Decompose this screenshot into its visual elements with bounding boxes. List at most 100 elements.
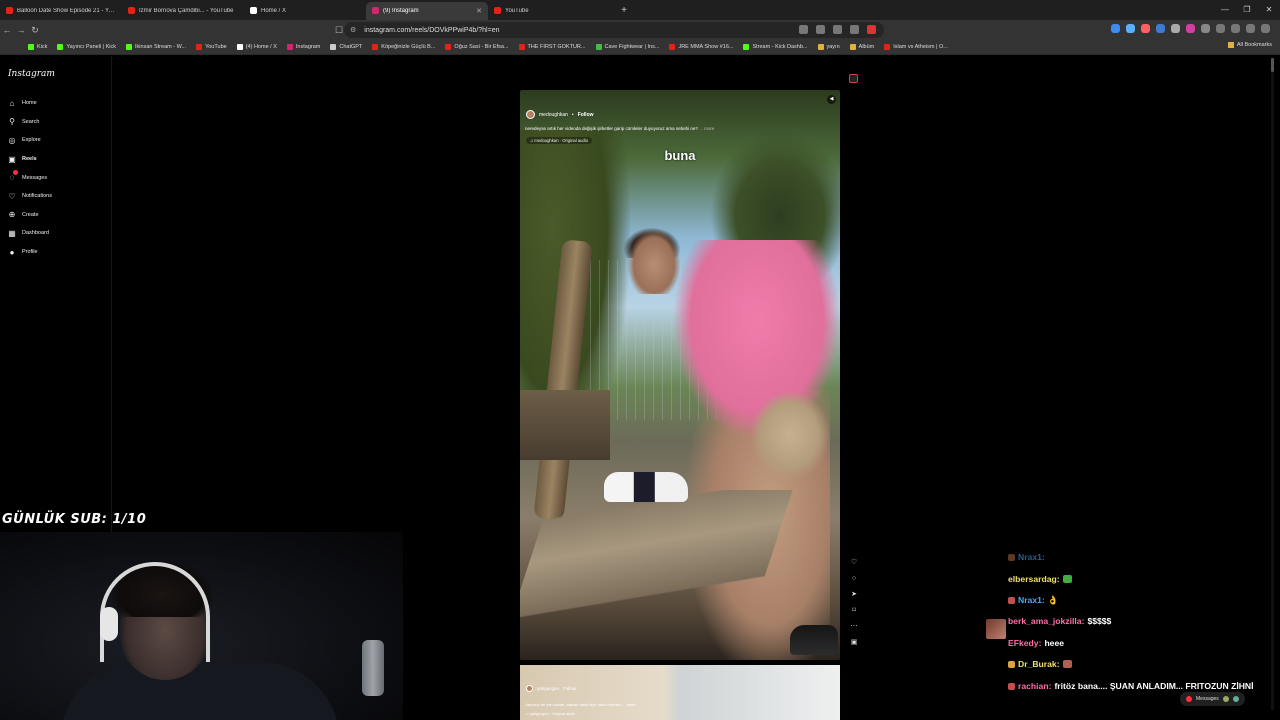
more-link[interactable]: ... more [699, 126, 714, 131]
sidebar-item-profile[interactable]: ● Profile [8, 243, 52, 262]
comment-icon[interactable]: ○ [852, 574, 856, 584]
extension-icon[interactable] [1156, 24, 1165, 33]
next-reel-preview[interactable]: yarigucgun Follow Jaymeyi de ipin sakatı… [520, 665, 840, 720]
chat-username[interactable]: rachian: [1018, 681, 1051, 691]
extension-icon[interactable] [1186, 24, 1195, 33]
forward-icon[interactable]: → [14, 25, 28, 35]
bookmark-item[interactable]: yayın [817, 44, 840, 50]
more-options-icon[interactable]: ⋯ [851, 622, 858, 632]
bookmark-item[interactable]: Instagram [286, 44, 320, 50]
more-link[interactable]: ... more [622, 702, 636, 707]
bookmark-item[interactable]: Köpeğinizle Güçlü B... [372, 44, 435, 50]
sidebar-item-messages[interactable]: ◌ Messages [8, 168, 52, 187]
reload-icon[interactable]: ↻ [28, 25, 42, 36]
author-avatar[interactable] [526, 685, 533, 692]
tab-0[interactable]: Balloon Date Show Episode 21 - YouT [0, 2, 122, 20]
zoom-icon[interactable] [816, 25, 825, 34]
extension-icon[interactable] [1141, 24, 1150, 33]
extension-icon[interactable] [1111, 24, 1120, 33]
extension-icon[interactable] [1171, 24, 1180, 33]
tab-favicon-icon [372, 7, 379, 14]
chat-message: Dr_Burak: [1008, 659, 1274, 670]
sidebar-item-home[interactable]: ⌂ Home [8, 94, 52, 113]
instagram-logo[interactable]: Instagram [8, 69, 55, 79]
author-username[interactable]: medoughkan [539, 112, 568, 118]
chat-message: EFkedy: heee [1008, 638, 1274, 649]
extension-icon[interactable] [1126, 24, 1135, 33]
reel-options-icon[interactable] [849, 74, 858, 83]
bookmarks-bar: Kick Yayıncı Paneli | Kick Ikinsan Stream … [0, 40, 1280, 55]
bookmark-item[interactable]: ChatGPT [330, 44, 362, 50]
sidebar-item-create[interactable]: ⊕ Create [8, 206, 52, 225]
chat-username[interactable]: EFkedy: [1008, 638, 1041, 648]
messages-badge-icon [1186, 696, 1192, 702]
bookmark-item[interactable]: YouTube [196, 44, 227, 50]
bookmark-favicon-icon [330, 44, 337, 50]
tab-2[interactable]: Home / X [244, 2, 366, 20]
extensions-puzzle-icon[interactable] [1201, 24, 1210, 33]
tab-4[interactable]: YouTube [488, 2, 610, 20]
bookmark-item[interactable]: Ikinsan Stream - W... [126, 44, 186, 50]
bookmark-star-icon[interactable] [850, 25, 859, 34]
reel-video[interactable]: medoughkan • Follow neredeyse artık her … [520, 90, 840, 660]
bookmark-item[interactable]: JRE MMA Show #16... [669, 44, 733, 50]
audio-thumb-icon[interactable]: ▣ [851, 638, 858, 648]
bookmark-item[interactable]: Kick [28, 44, 47, 50]
bookmark-label: (4) Home / X [245, 44, 277, 50]
site-info-icon[interactable]: ⚙ [350, 26, 356, 34]
audio-attribution[interactable]: ♫ yarigucgun · Original audio [526, 712, 575, 716]
sidebar-item-search[interactable]: ⚲ Search [8, 113, 52, 132]
volume-icon[interactable]: ◀ [827, 95, 836, 104]
new-tab-button[interactable]: + [616, 5, 632, 16]
address-bar[interactable]: ⚙ instagram.com/reels/DOVkPPwiP4b/?hl=en [344, 22, 884, 38]
tab-1[interactable]: İzmir Bornova Çamdibi... - YouTube [122, 2, 244, 20]
bookmark-item[interactable]: THE FIRST GOKTUR... [518, 44, 586, 50]
tab-3[interactable]: (9) Instagram ✕ [366, 1, 488, 20]
all-bookmarks-label: All Bookmarks [1236, 42, 1272, 48]
close-window-icon[interactable]: ✕ [1258, 0, 1280, 20]
sidebar-item-label: Reels [22, 156, 37, 163]
chat-username[interactable]: berk_ama_jokzilla: [1008, 616, 1084, 626]
chat-username[interactable]: Nrax1: [1018, 595, 1045, 605]
profile-icon[interactable] [1246, 24, 1255, 33]
follow-button[interactable]: Follow [578, 112, 594, 118]
like-heart-icon[interactable]: ♡ [851, 558, 857, 568]
follow-button[interactable]: Follow [563, 686, 576, 691]
author-username[interactable]: yarigucgun [537, 686, 559, 691]
cast-icon[interactable] [799, 25, 808, 34]
bookmark-favicon-icon [849, 44, 856, 50]
audio-attribution[interactable]: ♫ medoughkan · Original audio [526, 137, 593, 144]
back-icon[interactable]: ← [0, 25, 14, 35]
close-tab-icon[interactable]: ✕ [476, 7, 482, 15]
menu-icon[interactable] [1261, 24, 1270, 33]
all-bookmarks-button[interactable]: All Bookmarks [1227, 42, 1272, 48]
scrollbar-thumb[interactable] [1271, 58, 1274, 72]
sidebar-item-notifications[interactable]: ♡ Notifications [8, 187, 52, 206]
chat-username[interactable]: Dr_Burak: [1018, 659, 1060, 669]
reel-author: medoughkan • Follow [526, 110, 594, 119]
media-icon[interactable] [1216, 24, 1225, 33]
chat-username[interactable]: elbersardag: [1008, 574, 1060, 584]
bookmark-item[interactable]: Stream - Kick Dashb... [743, 44, 808, 50]
bookmark-item[interactable]: Yayıncı Paneli | Kick [57, 44, 116, 50]
bookmark-item[interactable]: Albüm [849, 44, 874, 50]
sidebar-item-explore[interactable]: ◎ Explore [8, 131, 52, 150]
messages-button[interactable]: Messages [1180, 692, 1245, 706]
bookmark-item[interactable]: Cave Fightwear | Ins... [595, 44, 659, 50]
share-icon[interactable] [833, 25, 842, 34]
sidebar-item-reels[interactable]: ▣ Reels [8, 150, 52, 169]
bookmark-favicon-icon [372, 44, 379, 50]
bookmark-item[interactable]: (4) Home / X [236, 44, 277, 50]
sidebar-item-dashboard[interactable]: ▦ Dashboard [8, 224, 52, 243]
extension-alert-icon[interactable] [867, 25, 876, 34]
author-avatar[interactable] [526, 110, 535, 119]
bookmark-item[interactable]: Oğuz Sasi - Bir Efsa... [445, 44, 509, 50]
sidebar-item-label: Search [22, 118, 40, 125]
bookmark-item[interactable]: Islam vs Atheism | O... [884, 44, 948, 50]
share-icon[interactable]: ➤ [851, 590, 857, 600]
chat-username[interactable]: Nrax1: [1018, 552, 1045, 562]
maximize-icon[interactable]: ❐ [1236, 0, 1258, 20]
sidebar-icon[interactable] [1231, 24, 1240, 33]
save-icon[interactable]: ⌑ [852, 606, 856, 616]
minimize-icon[interactable]: — [1214, 0, 1236, 20]
